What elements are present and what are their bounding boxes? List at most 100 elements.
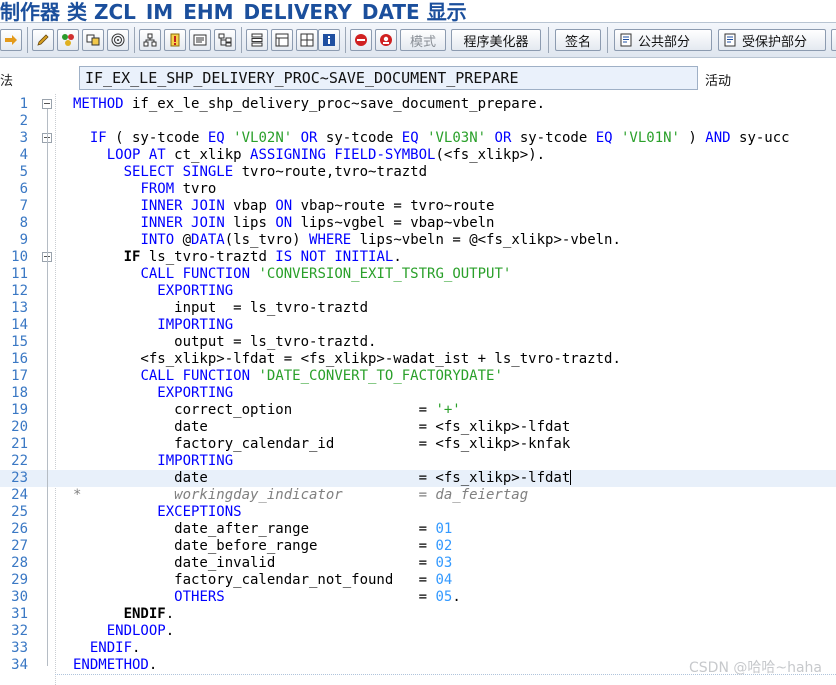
- where-used-button[interactable]: [107, 29, 129, 51]
- code-line[interactable]: 17 CALL FUNCTION 'DATE_CONVERT_TO_FACTOR…: [0, 368, 836, 385]
- line-number: 11: [11, 266, 28, 282]
- code-text: output = ls_tvro-traztd.: [73, 334, 377, 350]
- method-name-field[interactable]: IF_EX_LE_SHP_DELIVERY_PROC~SAVE_DOCUMENT…: [79, 66, 698, 90]
- code-line[interactable]: 25 EXCEPTIONS: [0, 504, 836, 521]
- line-number: 23: [11, 470, 28, 486]
- code-editor[interactable]: 1 METHOD if_ex_le_shp_delivery_proc~save_…: [0, 94, 836, 685]
- code-text: CALL FUNCTION 'DATE_CONVERT_TO_FACTORYDA…: [140, 368, 503, 384]
- code-text: FROM tvro: [140, 181, 217, 197]
- line-number: 14: [11, 317, 28, 333]
- code-text: date_after_range = 01: [73, 521, 453, 537]
- split-button[interactable]: [296, 29, 318, 51]
- code-line[interactable]: 29 factory_calendar_not_found = 04: [0, 572, 836, 589]
- info-icon: [323, 34, 335, 46]
- code-text: date = <fs_xlikp>-lfdat: [73, 419, 571, 435]
- code-line[interactable]: 19 correct_option = '+': [0, 402, 836, 419]
- code-line[interactable]: 32 ENDLOOP.: [0, 623, 836, 640]
- protected-section-button[interactable]: 受保护部分: [718, 29, 826, 51]
- code-line[interactable]: 18 EXPORTING: [0, 385, 836, 402]
- other-object-button[interactable]: [82, 29, 104, 51]
- line-number: 21: [11, 436, 28, 452]
- pattern-button[interactable]: 模式: [400, 29, 446, 51]
- exclamation-icon: [170, 33, 180, 47]
- code-text: EXPORTING: [157, 283, 234, 299]
- line-number: 6: [19, 181, 28, 197]
- code-line[interactable]: 11 CALL FUNCTION 'CONVERSION_EXIT_TSTRG_…: [0, 266, 836, 283]
- forward-arrow-button[interactable]: [0, 29, 22, 51]
- active-inactive-button[interactable]: [57, 29, 79, 51]
- code-text: INTO @DATA(ls_tvro) WHERE lips~vbeln = @…: [140, 232, 621, 248]
- navigation-button[interactable]: [164, 29, 186, 51]
- code-line[interactable]: 12 EXPORTING: [0, 283, 836, 300]
- code-text: factory_calendar_id = <fs_xlikp>-knfak: [73, 436, 571, 452]
- code-line[interactable]: 30 OTHERS = 05.: [0, 589, 836, 606]
- code-line[interactable]: 16 <fs_xlikp>-lfdat = <fs_xlikp>-wadat_i…: [0, 351, 836, 368]
- line-number: 27: [11, 538, 28, 554]
- code-line[interactable]: 4 LOOP AT ct_xlikp ASSIGNING FIELD-SYMBO…: [0, 147, 836, 164]
- title-suffix: 显示: [426, 0, 467, 22]
- code-line[interactable]: 9 INTO @DATA(ls_tvro) WHERE lips~vbeln =…: [0, 232, 836, 249]
- collapse-block-icon[interactable]: [42, 99, 52, 109]
- info-button[interactable]: [318, 29, 340, 51]
- code-text: input = ls_tvro-traztd: [73, 300, 369, 316]
- activation-status: 活动: [705, 74, 732, 89]
- line-number: 29: [11, 572, 28, 588]
- objects-icon: [86, 34, 100, 46]
- code-text: <fs_xlikp>-lfdat = <fs_xlikp>-wadat_ist …: [73, 351, 621, 367]
- code-line[interactable]: 14 IMPORTING: [0, 317, 836, 334]
- pretty-printer-button[interactable]: 程序美化器: [451, 29, 541, 51]
- application-toolbar: 模式 程序美化器 签名 公共部分 受保护部分: [0, 22, 836, 58]
- private-section-button[interactable]: [831, 29, 836, 51]
- code-line[interactable]: 33 ENDIF.: [0, 640, 836, 657]
- code-line[interactable]: 8 INNER JOIN lips ON lips~vgbel = vbap~v…: [0, 215, 836, 232]
- split-icon: [300, 33, 314, 47]
- text-cursor: [570, 470, 572, 485]
- code-line[interactable]: 20 date = <fs_xlikp>-lfdat: [0, 419, 836, 436]
- code-line[interactable]: 28 date_invalid = 03: [0, 555, 836, 572]
- navigation-window-button[interactable]: [214, 29, 236, 51]
- line-number: 26: [11, 521, 28, 537]
- line-number: 30: [11, 589, 28, 605]
- code-line[interactable]: 22 IMPORTING: [0, 453, 836, 470]
- code-text: date_before_range = 02: [73, 538, 453, 554]
- line-number: 18: [11, 385, 28, 401]
- object-list-button[interactable]: [139, 29, 161, 51]
- line-number: 22: [11, 453, 28, 469]
- code-line[interactable]: 5 SELECT SINGLE tvro~route,tvro~traztd: [0, 164, 836, 181]
- document-icon: [620, 33, 632, 47]
- code-text: ENDIF.: [89, 640, 141, 656]
- code-line[interactable]: 15 output = ls_tvro-traztd.: [0, 334, 836, 351]
- user-stop-icon: [380, 34, 392, 46]
- fold-guide: [47, 262, 48, 615]
- code-text: ENDMETHOD.: [73, 657, 158, 673]
- code-line[interactable]: 6 FROM tvro: [0, 181, 836, 198]
- worklist-button[interactable]: [246, 29, 268, 51]
- code-line[interactable]: 24 * workingday_indicator = da_feiertag: [0, 487, 836, 504]
- code-line[interactable]: 7 INNER JOIN vbap ON vbap~route = tvro~r…: [0, 198, 836, 215]
- code-text: METHOD if_ex_le_shp_delivery_proc~save_d…: [73, 96, 546, 112]
- code-line[interactable]: 10 IF ls_tvro-traztd IS NOT INITIAL.: [0, 249, 836, 266]
- display-object-list-button[interactable]: [189, 29, 211, 51]
- arrow-right-icon: [5, 35, 17, 45]
- line-number: 20: [11, 419, 28, 435]
- public-section-button[interactable]: 公共部分: [614, 29, 712, 51]
- layout-button[interactable]: [271, 29, 293, 51]
- external-breakpoint-button[interactable]: [375, 29, 397, 51]
- tree-icon: [218, 33, 232, 47]
- code-line[interactable]: 21 factory_calendar_id = <fs_xlikp>-knfa…: [0, 436, 836, 453]
- display-change-button[interactable]: [32, 29, 54, 51]
- code-text: factory_calendar_not_found = 04: [73, 572, 453, 588]
- code-line[interactable]: 27 date_before_range = 02: [0, 538, 836, 555]
- window-title: 制作器 类 ZCL_IM_EHM_DELIVERY_DATE 显示: [0, 0, 467, 22]
- code-line[interactable]: 1 METHOD if_ex_le_shp_delivery_proc~save_…: [0, 96, 836, 113]
- code-text: IMPORTING: [157, 317, 234, 333]
- signature-button[interactable]: 签名: [555, 29, 601, 51]
- code-line[interactable]: 3 IF ( sy-tcode EQ 'VL02N' OR sy-tcode E…: [0, 130, 836, 147]
- breakpoint-button[interactable]: [350, 29, 372, 51]
- code-line[interactable]: 13 input = ls_tvro-traztd: [0, 300, 836, 317]
- code-line[interactable]: 31 ENDIF.: [0, 606, 836, 623]
- code-line[interactable]: 26 date_after_range = 01: [0, 521, 836, 538]
- code-line[interactable]: 23 date = <fs_xlikp>-lfdat: [0, 470, 836, 487]
- code-line[interactable]: 2: [0, 113, 836, 130]
- line-number: 19: [11, 402, 28, 418]
